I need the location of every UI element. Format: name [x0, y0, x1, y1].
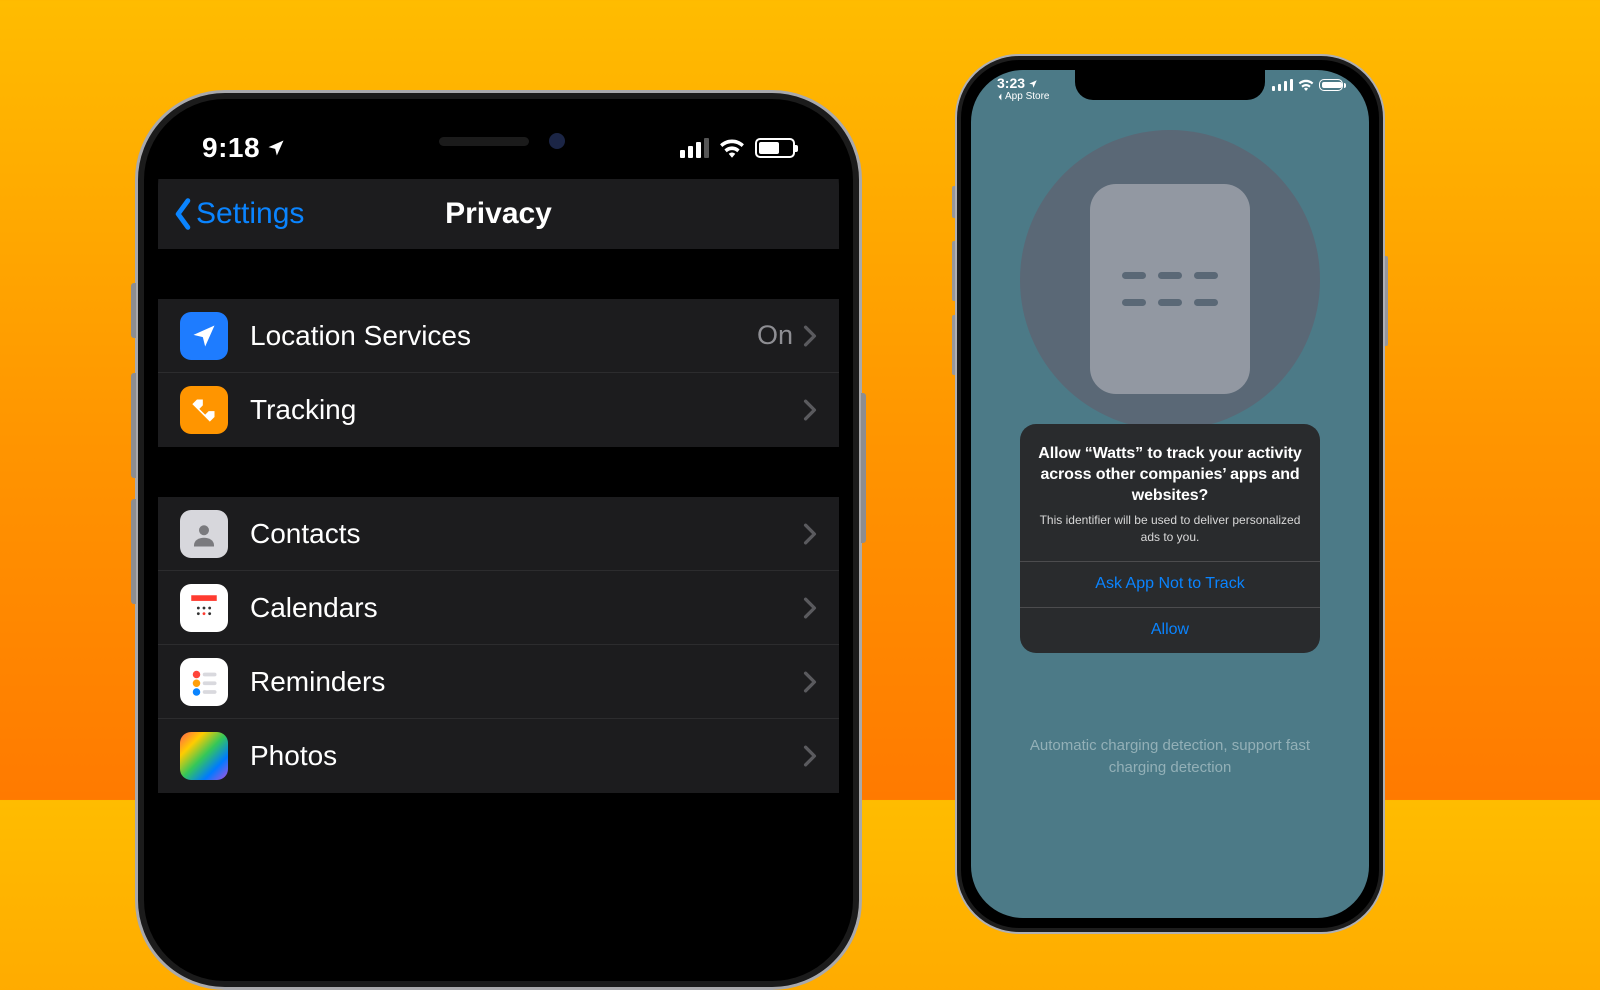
- chevron-left-icon: [172, 197, 194, 231]
- notch: [1075, 70, 1265, 100]
- tracking-icon: [180, 386, 228, 434]
- app-illustration: [1020, 130, 1320, 430]
- back-label: Settings: [196, 197, 304, 231]
- breadcrumb-label: App Store: [1005, 91, 1049, 102]
- row-value: On: [757, 320, 793, 351]
- row-location-services[interactable]: Location Services On: [158, 299, 839, 373]
- power-button: [1385, 256, 1388, 346]
- row-tracking[interactable]: Tracking: [158, 373, 839, 447]
- row-reminders[interactable]: Reminders: [158, 645, 839, 719]
- row-label: Tracking: [250, 394, 803, 426]
- settings-content: Location Services On Tracking Contacts: [158, 249, 839, 967]
- location-icon: [180, 312, 228, 360]
- alert-message: This identifier will be used to deliver …: [1038, 512, 1302, 544]
- screen-right: 3:23 App Store Allow “Watt: [971, 70, 1369, 918]
- status-time: 9:18: [202, 132, 286, 164]
- allow-button[interactable]: Allow: [1020, 607, 1320, 653]
- location-arrow-icon: [1028, 79, 1038, 89]
- phone-left: 9:18 Settings Privacy Location Services: [135, 90, 862, 990]
- row-contacts[interactable]: Contacts: [158, 497, 839, 571]
- time-text: 9:18: [202, 132, 260, 164]
- row-label: Reminders: [250, 666, 803, 698]
- power-button: [861, 393, 866, 543]
- feature-caption: Automatic charging detection, support fa…: [971, 735, 1369, 779]
- ask-not-to-track-button[interactable]: Ask App Not to Track: [1020, 561, 1320, 607]
- location-arrow-icon: [266, 138, 286, 158]
- settings-group-1: Location Services On Tracking: [158, 299, 839, 447]
- chevron-right-icon: [803, 745, 817, 767]
- notch: [349, 113, 649, 169]
- breadcrumb-back[interactable]: App Store: [997, 91, 1049, 102]
- battery-icon: [1319, 79, 1343, 91]
- cellular-icon: [1272, 79, 1293, 91]
- chevron-right-icon: [803, 399, 817, 421]
- nav-bar: Settings Privacy: [158, 179, 839, 249]
- contacts-icon: [180, 510, 228, 558]
- settings-group-2: Contacts Calendars Reminders Photos: [158, 497, 839, 793]
- calendars-icon: [180, 584, 228, 632]
- tracking-alert: Allow “Watts” to track your activity acr…: [1020, 424, 1320, 653]
- photos-icon: [180, 732, 228, 780]
- wifi-icon: [719, 138, 745, 158]
- chevron-right-icon: [803, 523, 817, 545]
- screen-left: 9:18 Settings Privacy Location Services: [158, 113, 839, 967]
- row-label: Contacts: [250, 518, 803, 550]
- chevron-right-icon: [803, 597, 817, 619]
- chevron-right-icon: [803, 671, 817, 693]
- row-label: Calendars: [250, 592, 803, 624]
- reminders-icon: [180, 658, 228, 706]
- row-calendars[interactable]: Calendars: [158, 571, 839, 645]
- time-text: 3:23: [997, 76, 1025, 91]
- phone-right: 3:23 App Store Allow “Watt: [955, 54, 1385, 934]
- wifi-icon: [1298, 79, 1314, 91]
- row-label: Photos: [250, 740, 803, 772]
- chevron-right-icon: [803, 325, 817, 347]
- cellular-icon: [680, 138, 709, 158]
- battery-icon: [755, 138, 795, 158]
- row-label: Location Services: [250, 320, 757, 352]
- alert-title: Allow “Watts” to track your activity acr…: [1038, 444, 1302, 506]
- row-photos[interactable]: Photos: [158, 719, 839, 793]
- back-button[interactable]: Settings: [158, 197, 304, 231]
